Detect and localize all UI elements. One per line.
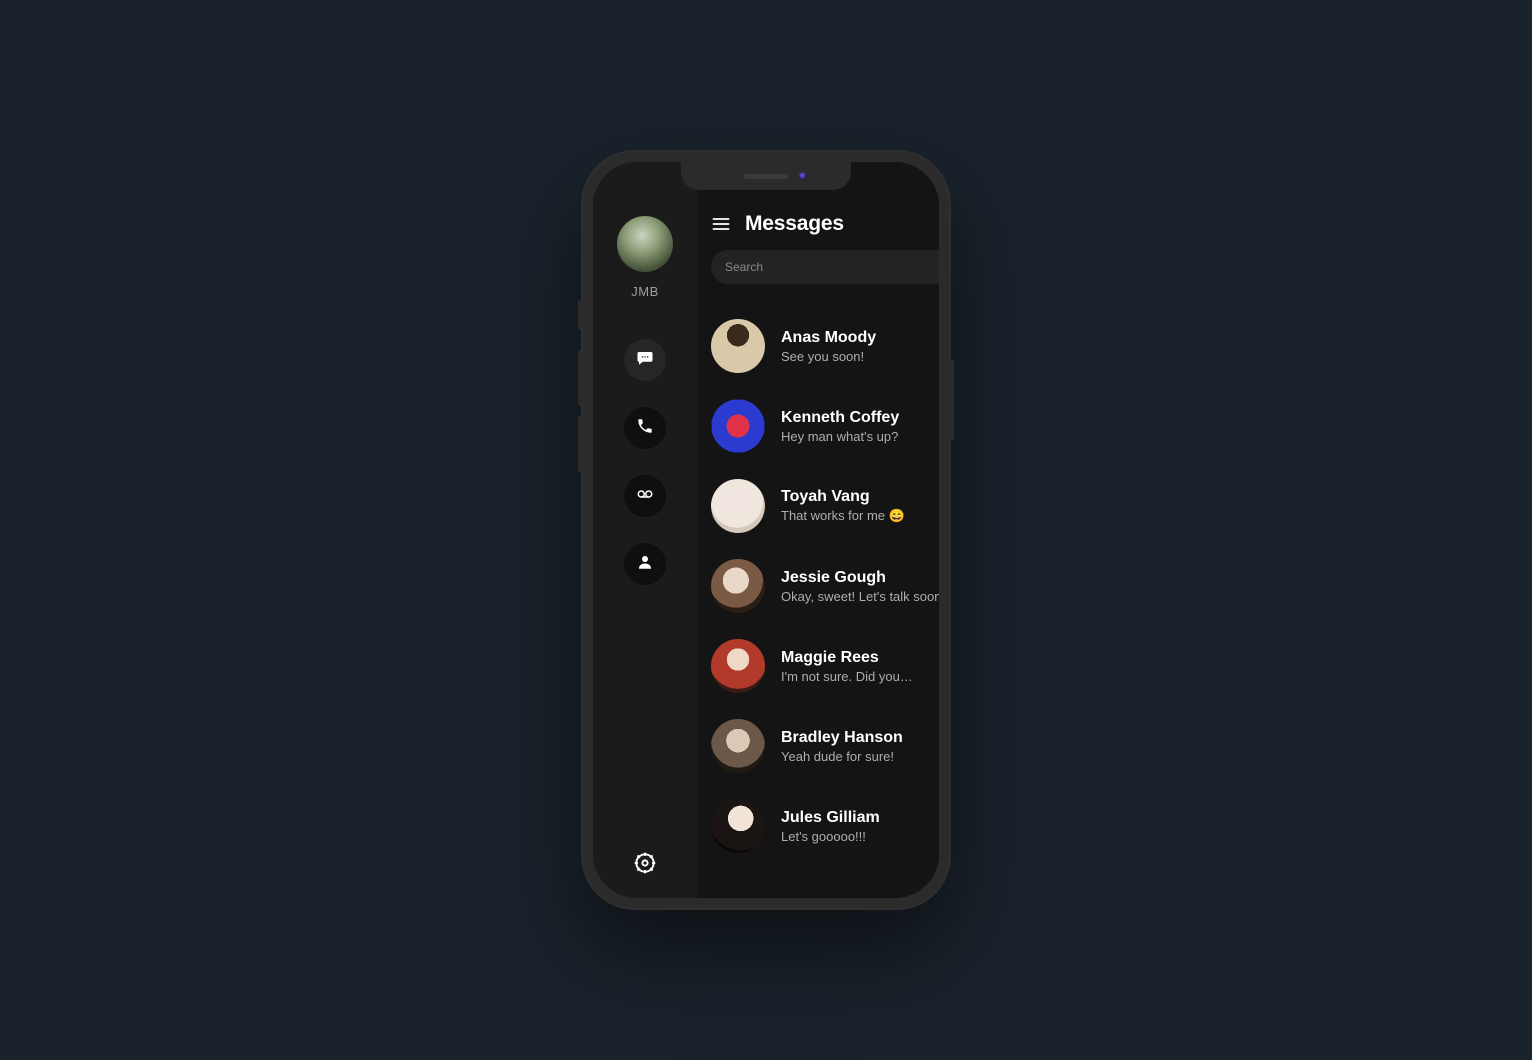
conversation-row[interactable]: Bradley Hanson Yeah dude for sure! [697,706,939,786]
avatar [711,639,765,693]
conversation-name: Maggie Rees [781,649,913,667]
conversation-text: Toyah Vang That works for me 😄 [781,488,905,524]
speaker-grille [744,174,788,179]
nav-voicemail-button[interactable] [624,475,666,517]
profile-avatar[interactable] [617,216,673,272]
phone-side-button [578,350,582,406]
voicemail-icon [636,485,654,508]
conversation-name: Jessie Gough [781,569,939,587]
profile-name: JMB [631,284,659,299]
nav-calls-button[interactable] [624,407,666,449]
avatar [711,399,765,453]
conversation-preview: See you soon! [781,349,876,364]
phone-side-button [578,416,582,472]
nav [624,339,666,585]
conversation-row[interactable]: Jules Gilliam Let's gooooo!!! [697,786,939,866]
nav-contacts-button[interactable] [624,543,666,585]
conversation-row[interactable]: Jessie Gough Okay, sweet! Let's talk soo… [697,546,939,626]
phone-frame: JMB [581,150,951,910]
notch [681,162,851,190]
conversation-row[interactable]: Toyah Vang That works for me 😄 [697,466,939,546]
conversation-text: Anas Moody See you soon! [781,329,876,364]
phone-icon [636,417,654,440]
avatar [711,799,765,853]
hamburger-icon [711,221,731,238]
avatar [711,559,765,613]
search-input[interactable] [725,260,925,274]
conversation-row[interactable]: Kenneth Coffey Hey man what's up? [697,386,939,466]
conversation-list: Anas Moody See you soon! Kenneth Coffey … [697,306,939,866]
person-icon [636,553,654,576]
conversation-preview: That works for me 😄 [781,508,905,524]
conversation-preview: I'm not sure. Did you… [781,669,913,684]
canvas: JMB [0,0,1532,1060]
page-title: Messages [745,212,844,236]
conversation-preview: Hey man what's up? [781,429,899,444]
conversation-text: Jules Gilliam Let's gooooo!!! [781,809,880,844]
conversation-name: Anas Moody [781,329,876,347]
sidebar: JMB [593,162,697,898]
conversation-preview: Let's gooooo!!! [781,829,880,844]
front-camera [799,172,807,180]
conversation-row[interactable]: Anas Moody See you soon! [697,306,939,386]
header: Messages [697,212,939,236]
phone-side-button [950,360,954,440]
conversation-preview: Yeah dude for sure! [781,749,903,764]
conversation-row[interactable]: Maggie Rees I'm not sure. Did you… [697,626,939,706]
avatar [711,479,765,533]
conversation-text: Kenneth Coffey Hey man what's up? [781,409,899,444]
search-bar[interactable] [711,250,939,284]
conversation-name: Kenneth Coffey [781,409,899,427]
menu-button[interactable] [711,214,731,234]
settings-button[interactable] [632,850,658,876]
conversation-name: Jules Gilliam [781,809,880,827]
screen: JMB [593,162,939,898]
conversation-preview: Okay, sweet! Let's talk soon [781,589,939,604]
conversation-text: Bradley Hanson Yeah dude for sure! [781,729,903,764]
conversation-name: Bradley Hanson [781,729,903,747]
conversation-name: Toyah Vang [781,488,905,506]
chat-icon [636,349,654,372]
conversation-text: Maggie Rees I'm not sure. Did you… [781,649,913,684]
conversation-text: Jessie Gough Okay, sweet! Let's talk soo… [781,569,939,604]
avatar [711,319,765,373]
nav-messages-button[interactable] [624,339,666,381]
phone-side-button [578,300,582,330]
gear-icon [632,863,658,880]
main-panel: Messages Anas Moody See you soon! [697,162,939,898]
avatar [711,719,765,773]
